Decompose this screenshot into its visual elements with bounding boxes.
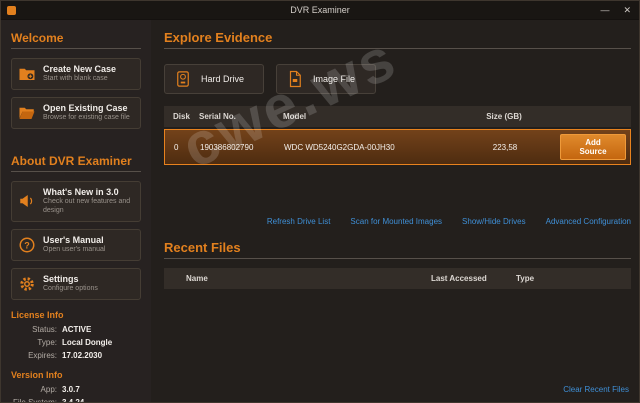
divider [11, 171, 141, 172]
button-label: Settings [43, 273, 79, 284]
divider [164, 258, 631, 259]
create-new-case-button[interactable]: Create New Case Start with blank case [11, 58, 141, 90]
drive-size: 223,58 [492, 142, 518, 152]
settings-button[interactable]: Settings Configure options [11, 267, 141, 300]
info-label: App: [40, 384, 57, 394]
info-value: ACTIVE [62, 324, 92, 334]
users-manual-button[interactable]: ? User's Manual Open user's manual [11, 228, 141, 261]
image-file-button[interactable]: Image File [276, 64, 376, 94]
info-label: Type: [37, 337, 57, 347]
welcome-heading: Welcome [11, 31, 64, 45]
button-label: Hard Drive [201, 74, 245, 84]
close-button[interactable]: ✕ [623, 5, 631, 15]
col-model: Model [283, 112, 307, 121]
drive-model: WDC WD5240G2GDA-00JH30 [284, 142, 395, 152]
add-source-button[interactable]: Add Source [560, 134, 626, 160]
button-label: User's Manual [43, 234, 104, 245]
version-filesystem-row: File System: 3.4.24 [11, 397, 141, 403]
col-disk: Disk [173, 112, 190, 121]
version-app-row: App: 3.0.7 [11, 385, 141, 394]
info-label: Expires: [28, 350, 57, 360]
button-label: Open Existing Case [43, 103, 128, 113]
button-label: Image File [313, 74, 356, 84]
drive-row-selected[interactable]: 0 190386802790 WDC WD5240G2GDA-00JH30 22… [164, 129, 631, 165]
sidebar: Welcome Create New Case Start with blank… [1, 20, 151, 402]
button-sublabel: Browse for existing case file [43, 114, 130, 122]
button-sublabel: Open user's manual [43, 246, 106, 253]
new-case-icon [18, 65, 36, 83]
drives-table-header: Disk Serial No. Model Size (GB) [164, 106, 631, 127]
about-heading: About DVR Examiner [11, 154, 132, 168]
button-sublabel: Configure options [43, 285, 98, 292]
info-value: Local Dongle [62, 337, 113, 347]
license-type-row: Type: Local Dongle [11, 338, 141, 347]
clear-recent-files-link[interactable]: Clear Recent Files [563, 385, 629, 394]
info-value: 3.4.24 [62, 397, 85, 403]
image-file-icon [286, 70, 304, 88]
minimize-button[interactable]: — [600, 5, 609, 15]
license-status-row: Status: ACTIVE [11, 325, 141, 334]
recent-files-heading: Recent Files [164, 240, 241, 255]
col-serial: Serial No. [199, 112, 236, 121]
svg-text:?: ? [24, 240, 30, 250]
scan-mounted-images-link[interactable]: Scan for Mounted Images [350, 217, 442, 226]
advanced-configuration-link[interactable]: Advanced Configuration [546, 217, 631, 226]
main-panel: Explore Evidence Hard Drive Image File D… [151, 20, 639, 402]
hard-drive-button[interactable]: Hard Drive [164, 64, 264, 94]
show-hide-drives-link[interactable]: Show/Hide Drives [462, 217, 526, 226]
divider [11, 48, 141, 49]
whats-new-button[interactable]: What's New in 3.0 Check out new features… [11, 181, 141, 222]
question-icon: ? [18, 236, 36, 254]
license-expires-row: Expires: 17.02.2030 [11, 351, 141, 360]
divider [164, 48, 631, 49]
source-type-buttons: Hard Drive Image File [164, 64, 631, 94]
info-value: 17.02.2030 [62, 350, 103, 360]
col-last-accessed: Last Accessed [431, 274, 487, 283]
license-info-heading: License Info [11, 309, 64, 320]
megaphone-icon [18, 192, 36, 210]
open-existing-case-button[interactable]: Open Existing Case Browse for existing c… [11, 97, 141, 129]
window-title: DVR Examiner [290, 5, 350, 15]
recent-files-section: Recent Files Name Last Accessed Type Cle… [164, 240, 631, 394]
button-sublabel: Check out new features and design [43, 198, 131, 214]
refresh-drive-list-link[interactable]: Refresh Drive List [267, 217, 331, 226]
explore-evidence-heading: Explore Evidence [164, 30, 273, 45]
col-type: Type [516, 274, 535, 283]
hard-drive-icon [174, 70, 192, 88]
col-name: Name [186, 274, 208, 283]
info-label: Status: [32, 324, 57, 334]
recent-files-table-header: Name Last Accessed Type [164, 268, 631, 289]
drive-disk: 0 [174, 142, 179, 152]
version-info-heading: Version Info [11, 369, 63, 380]
recent-files-empty-list [164, 289, 631, 383]
info-value: 3.0.7 [62, 384, 80, 394]
drive-serial: 190386802790 [200, 142, 254, 152]
open-case-icon [18, 104, 36, 122]
dvr-examiner-window: DVR Examiner — ✕ Welcome Create New Case… [0, 0, 640, 403]
titlebar: DVR Examiner — ✕ [1, 1, 639, 20]
gear-icon [18, 275, 36, 293]
info-label: File System: [12, 397, 57, 403]
button-sublabel: Start with blank case [43, 75, 108, 83]
button-label: Create New Case [43, 64, 117, 74]
button-label: What's New in 3.0 [43, 187, 119, 197]
col-size: Size (GB) [486, 112, 522, 121]
drive-actions-links: Refresh Drive List Scan for Mounted Imag… [164, 217, 631, 226]
